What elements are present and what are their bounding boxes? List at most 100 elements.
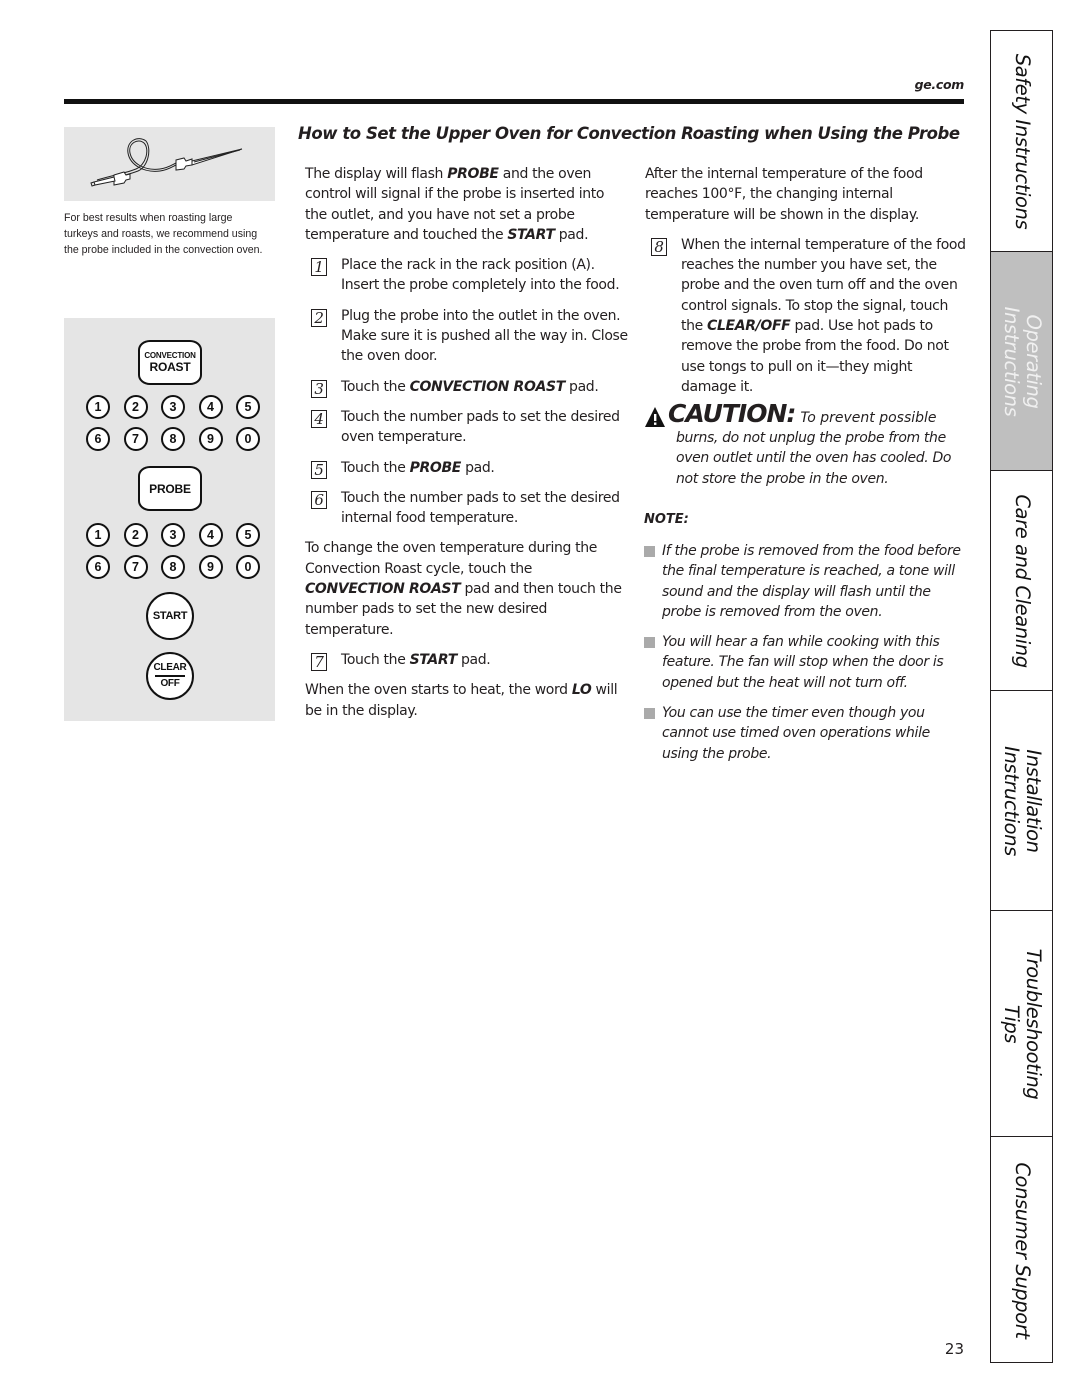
clear-off-pad[interactable]: Clear Off bbox=[146, 652, 194, 700]
number-pad-1[interactable]: 1 bbox=[86, 395, 110, 419]
step-7: 7 Touch the START pad. bbox=[305, 650, 630, 671]
probe-pad-label: Probe bbox=[149, 481, 191, 496]
number-pad-3[interactable]: 3 bbox=[161, 395, 185, 419]
note-item: You can use the timer even though you ca… bbox=[644, 703, 964, 764]
clear-off-divider bbox=[155, 675, 185, 677]
number-pad-2[interactable]: 2 bbox=[123, 395, 148, 419]
step-text: Plug the probe into the outlet in the ov… bbox=[341, 307, 628, 365]
note-item: If the probe is removed from the food be… bbox=[644, 541, 964, 622]
section-tabs: Safety Instructions Operating Instructions… bbox=[990, 30, 1053, 1363]
caution-text-first: To prevent possible bbox=[800, 410, 937, 426]
page-title: How to Set the Upper Oven for Convection… bbox=[298, 124, 960, 143]
temperature-probe-icon bbox=[90, 138, 243, 187]
number-pad-8[interactable]: 8 bbox=[161, 427, 185, 451]
step-text: Touch the CONVECTION ROAST pad. bbox=[341, 378, 599, 395]
step-text: Place the rack in the rack position (A).… bbox=[341, 257, 620, 294]
convection-roast-pad[interactable]: Convection Roast bbox=[138, 340, 202, 385]
clear-label: Clear bbox=[153, 662, 187, 674]
caution-block: CAUTION: To prevent possible burns, do n… bbox=[644, 400, 964, 489]
header-rule bbox=[64, 99, 964, 104]
tab-label: Operating bbox=[1022, 314, 1045, 409]
tab-label: Care and Cleaning bbox=[1011, 494, 1034, 668]
change-temperature-paragraph: To change the oven temperature during th… bbox=[305, 540, 622, 638]
control-panel: Convection Roast 12345 67890 Probe 12345… bbox=[64, 318, 275, 721]
step-6: 6 Touch the number pads to set the desire… bbox=[305, 488, 630, 529]
warning-icon bbox=[645, 407, 665, 427]
number-pad-4[interactable]: 4 bbox=[198, 395, 223, 419]
intro-paragraph: The display will flash PROBE and the ove… bbox=[305, 166, 605, 243]
caution-label: CAUTION: bbox=[668, 399, 796, 428]
tab-label: Consumer Support bbox=[1011, 1162, 1034, 1339]
note-item: You will hear a fan while cooking with t… bbox=[644, 632, 964, 693]
step-number-box: 8 bbox=[651, 237, 667, 256]
caution-text: burns, do not unplug the probe from the … bbox=[676, 430, 952, 487]
number-pad-7[interactable]: 7 bbox=[123, 427, 148, 451]
number-pad-7[interactable]: 7 bbox=[123, 555, 148, 579]
step-number-box: 2 bbox=[311, 308, 327, 327]
tab-consumer-support[interactable]: Consumer Support bbox=[991, 1137, 1052, 1364]
start-pad-label: Start bbox=[152, 610, 188, 622]
step-8: 8 When the internal temperature of the fo… bbox=[645, 235, 967, 397]
tab-care-and-cleaning[interactable]: Care and Cleaning bbox=[991, 471, 1052, 691]
emphasis-text: PROBE bbox=[409, 459, 462, 476]
site-url[interactable]: ge.com bbox=[880, 77, 965, 92]
bullet-square-icon bbox=[644, 546, 655, 557]
emphasis-text: CONVECTION ROAST bbox=[409, 378, 566, 395]
number-pad-5[interactable]: 5 bbox=[236, 395, 260, 419]
step-text: Touch the number pads to set the desired… bbox=[341, 489, 620, 527]
step-number-box: 7 bbox=[311, 652, 327, 671]
step-3: 3 Touch the CONVECTION ROAST pad. bbox=[305, 377, 630, 398]
number-pad-2[interactable]: 2 bbox=[123, 523, 148, 547]
emphasis-text: LO bbox=[571, 682, 592, 699]
roast-label: Roast bbox=[149, 360, 191, 374]
bullet-square-icon bbox=[644, 708, 655, 720]
step-number-box: 3 bbox=[311, 379, 327, 398]
note-text: If the probe is removed from the food be… bbox=[662, 543, 961, 620]
tab-label: Instructions bbox=[1000, 746, 1023, 856]
step-1: 1 Place the rack in the rack position (A)… bbox=[305, 255, 630, 296]
page-number: 23 bbox=[944, 1340, 964, 1358]
tab-label: Tips bbox=[1000, 1004, 1023, 1044]
step-number-box: 6 bbox=[311, 490, 327, 509]
probe-pad[interactable]: Probe bbox=[138, 466, 202, 511]
heating-paragraph: When the oven starts to heat, the word L… bbox=[305, 682, 618, 719]
step-2: 2 Plug the probe into the outlet in the o… bbox=[305, 306, 630, 367]
start-pad[interactable]: Start bbox=[146, 592, 194, 640]
step-text: Touch the PROBE pad. bbox=[341, 459, 495, 476]
number-pad-8[interactable]: 8 bbox=[161, 555, 185, 579]
off-label: Off bbox=[160, 677, 180, 689]
note-text: You can use the timer even though you ca… bbox=[662, 705, 930, 762]
tab-safety-instructions[interactable]: Safety Instructions bbox=[991, 31, 1052, 252]
probe-caption: For best results when roasting large tur… bbox=[64, 212, 263, 256]
step-5: 5 Touch the PROBE pad. bbox=[305, 458, 630, 479]
number-pad-0[interactable]: 0 bbox=[236, 555, 260, 579]
number-pad-4[interactable]: 4 bbox=[198, 523, 223, 547]
probe-illustration bbox=[64, 127, 275, 201]
emphasis-text: CLEAR/OFF bbox=[707, 318, 791, 335]
tab-installation-instructions[interactable]: Installation Instructions bbox=[991, 691, 1052, 911]
number-pad-5[interactable]: 5 bbox=[236, 523, 260, 547]
number-pad-3[interactable]: 3 bbox=[161, 523, 185, 547]
note-label: NOTE: bbox=[644, 512, 689, 527]
step-text: When the internal temperature of the foo… bbox=[681, 236, 966, 395]
emphasis-text: PROBE bbox=[447, 166, 499, 182]
tab-label: Instructions bbox=[1000, 306, 1023, 417]
number-pad-0[interactable]: 0 bbox=[236, 427, 260, 451]
step-number-box: 5 bbox=[311, 460, 327, 479]
step-number-box: 1 bbox=[311, 258, 327, 277]
number-pad-9[interactable]: 9 bbox=[198, 427, 223, 451]
tab-label: Installation bbox=[1022, 749, 1045, 853]
note-text: You will hear a fan while cooking with t… bbox=[662, 634, 944, 691]
after-temp-paragraph: After the internal temperature of the fo… bbox=[645, 166, 923, 223]
convection-label: Convection bbox=[144, 351, 196, 360]
number-pad-6[interactable]: 6 bbox=[86, 427, 110, 451]
number-pad-9[interactable]: 9 bbox=[198, 555, 223, 579]
number-pad-6[interactable]: 6 bbox=[86, 555, 110, 579]
bullet-square-icon bbox=[644, 637, 655, 649]
column-2: After the internal temperature of the fo… bbox=[645, 164, 967, 407]
tab-operating-instructions[interactable]: Operating Instructions bbox=[991, 252, 1052, 471]
step-text: Touch the number pads to set the desired… bbox=[341, 408, 620, 446]
step-number-box: 4 bbox=[311, 409, 327, 428]
number-pad-1[interactable]: 1 bbox=[86, 523, 110, 547]
tab-troubleshooting-tips[interactable]: Troubleshooting Tips bbox=[991, 911, 1052, 1137]
